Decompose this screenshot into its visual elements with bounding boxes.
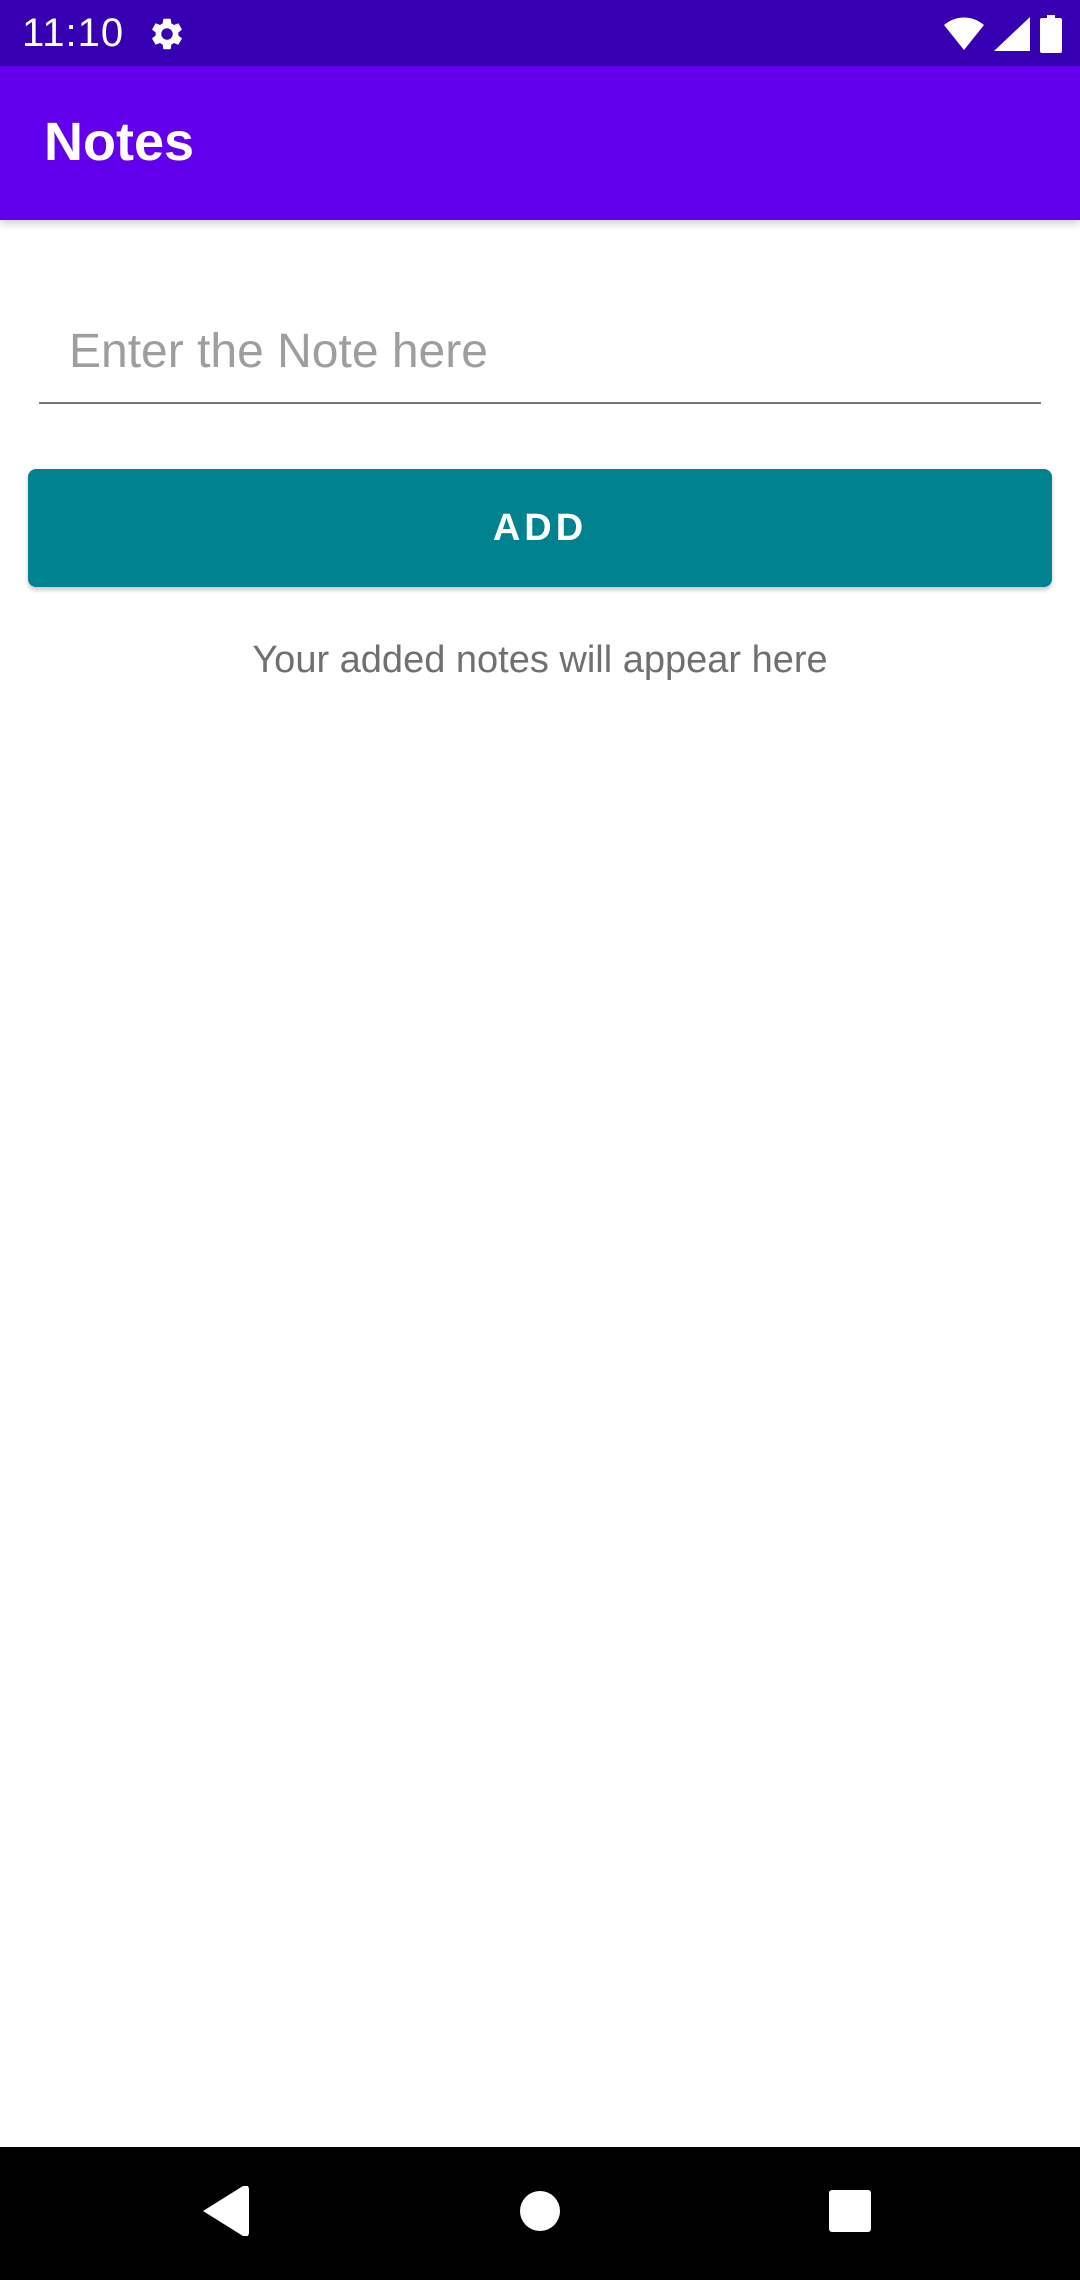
settings-gear-icon — [148, 15, 186, 53]
status-icons — [944, 14, 1062, 54]
home-button[interactable] — [470, 2147, 610, 2280]
note-input-container — [39, 300, 1041, 404]
notes-screen: 11:10 Notes Enter the Note here ADD Your… — [0, 0, 1080, 2280]
back-icon — [203, 2185, 249, 2241]
back-button[interactable] — [156, 2147, 296, 2280]
recents-button[interactable] — [780, 2147, 920, 2280]
add-button-label: ADD — [492, 506, 588, 549]
wifi-icon — [944, 17, 984, 51]
battery-icon — [1040, 15, 1062, 53]
status-time: 11:10 — [22, 11, 125, 55]
app-title: Notes — [44, 112, 195, 172]
navigation-bar — [0, 2147, 1080, 2280]
home-icon — [518, 2189, 562, 2238]
add-button[interactable]: ADD — [28, 469, 1052, 587]
recents-icon — [829, 2190, 871, 2237]
note-input[interactable] — [69, 320, 1009, 382]
empty-notes-message: Your added notes will appear here — [252, 639, 828, 681]
status-bar: 11:10 — [0, 0, 1080, 66]
app-bar: Notes — [0, 66, 1080, 220]
cell-signal-icon — [994, 17, 1030, 51]
